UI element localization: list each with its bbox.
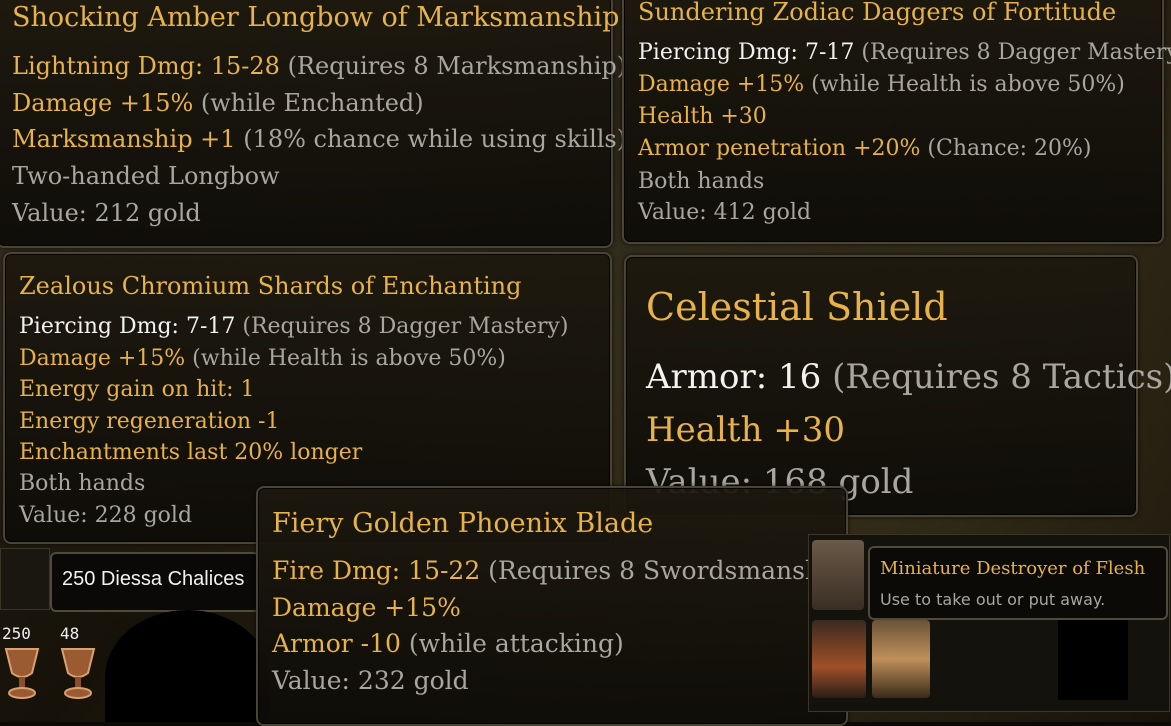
item-stat-line: Lightning Dmg: 15-28 (Requires 8 Marksma… [12, 52, 627, 80]
minipet-figure[interactable] [812, 540, 864, 610]
item-type: Both hands [19, 471, 146, 496]
minipet-figure[interactable] [812, 620, 866, 698]
item-stat-line: Damage +15% [272, 593, 461, 622]
item-value: Value: 228 gold [19, 503, 193, 528]
inventory-slot[interactable] [0, 548, 50, 610]
item-tooltip-daggers: Sundering Zodiac Daggers of Fortitude Pi… [622, 0, 1171, 244]
item-value: Value: 212 gold [12, 199, 201, 227]
item-stat-line: Armor penetration +20% (Chance: 20%) [638, 136, 1092, 161]
item-stat-line: Energy regeneration -1 [19, 409, 280, 434]
item-stat-line: Health +30 [638, 104, 767, 129]
item-stat-line: Damage +15% (while Health is above 50%) [638, 72, 1125, 97]
item-stat-line: Armor -10 (while attacking) [272, 629, 624, 658]
empty-slot [1058, 618, 1128, 700]
minipet-name: Miniature Destroyer of Flesh [880, 558, 1146, 579]
item-tooltip-blade: Fiery Golden Phoenix Blade Fire Dmg: 15-… [256, 486, 848, 726]
item-stat-line: Health +30 [646, 410, 846, 450]
item-stat-line: Piercing Dmg: 7-17 (Requires 8 Dagger Ma… [19, 314, 569, 339]
item-title: Zealous Chromium Shards of Enchanting [19, 272, 522, 300]
item-stat-line: Damage +15% (while Health is above 50%) [19, 346, 506, 371]
item-value: Value: 232 gold [272, 666, 469, 695]
stack-count: 250 [2, 624, 31, 643]
item-stat-line: Damage +15% (while Enchanted) [12, 89, 424, 117]
item-stat-line: Piercing Dmg: 7-17 (Requires 8 Dagger Ma… [638, 40, 1171, 65]
item-stat-line: Energy gain on hit: 1 [19, 377, 255, 402]
chalice-icon[interactable] [2, 645, 42, 700]
item-tooltip-longbow: Shocking Amber Longbow of Marksmanship L… [0, 0, 626, 248]
minipet-figure[interactable] [872, 620, 930, 698]
item-title: Shocking Amber Longbow of Marksmanship [12, 2, 620, 33]
item-stat-line: Armor: 16 (Requires 8 Tactics) [646, 357, 1171, 397]
item-title: Sundering Zodiac Daggers of Fortitude [638, 0, 1117, 26]
minipet-desc: Use to take out or put away. [880, 590, 1106, 609]
item-title: Celestial Shield [646, 285, 948, 329]
item-stat-line: Enchantments last 20% longer [19, 440, 363, 465]
item-title: Fiery Golden Phoenix Blade [272, 508, 654, 539]
chalice-count-label: 250 Diessa Chalices [50, 552, 260, 612]
item-type: Two-handed Longbow [12, 162, 280, 190]
item-tooltip-shield: Celestial Shield Armor: 16 (Requires 8 T… [624, 255, 1171, 517]
item-stat-line: Marksmanship +1 (18% chance while using … [12, 125, 627, 153]
stack-count: 48 [60, 624, 80, 643]
minipet-tooltip: Miniature Destroyer of Flesh Use to take… [868, 546, 1168, 620]
item-stat-line: Fire Dmg: 15-22 (Requires 8 Swordsmanshi [272, 556, 830, 585]
chalice-icon[interactable] [58, 645, 98, 700]
item-value: Value: 412 gold [638, 200, 812, 225]
item-type: Both hands [638, 169, 765, 194]
